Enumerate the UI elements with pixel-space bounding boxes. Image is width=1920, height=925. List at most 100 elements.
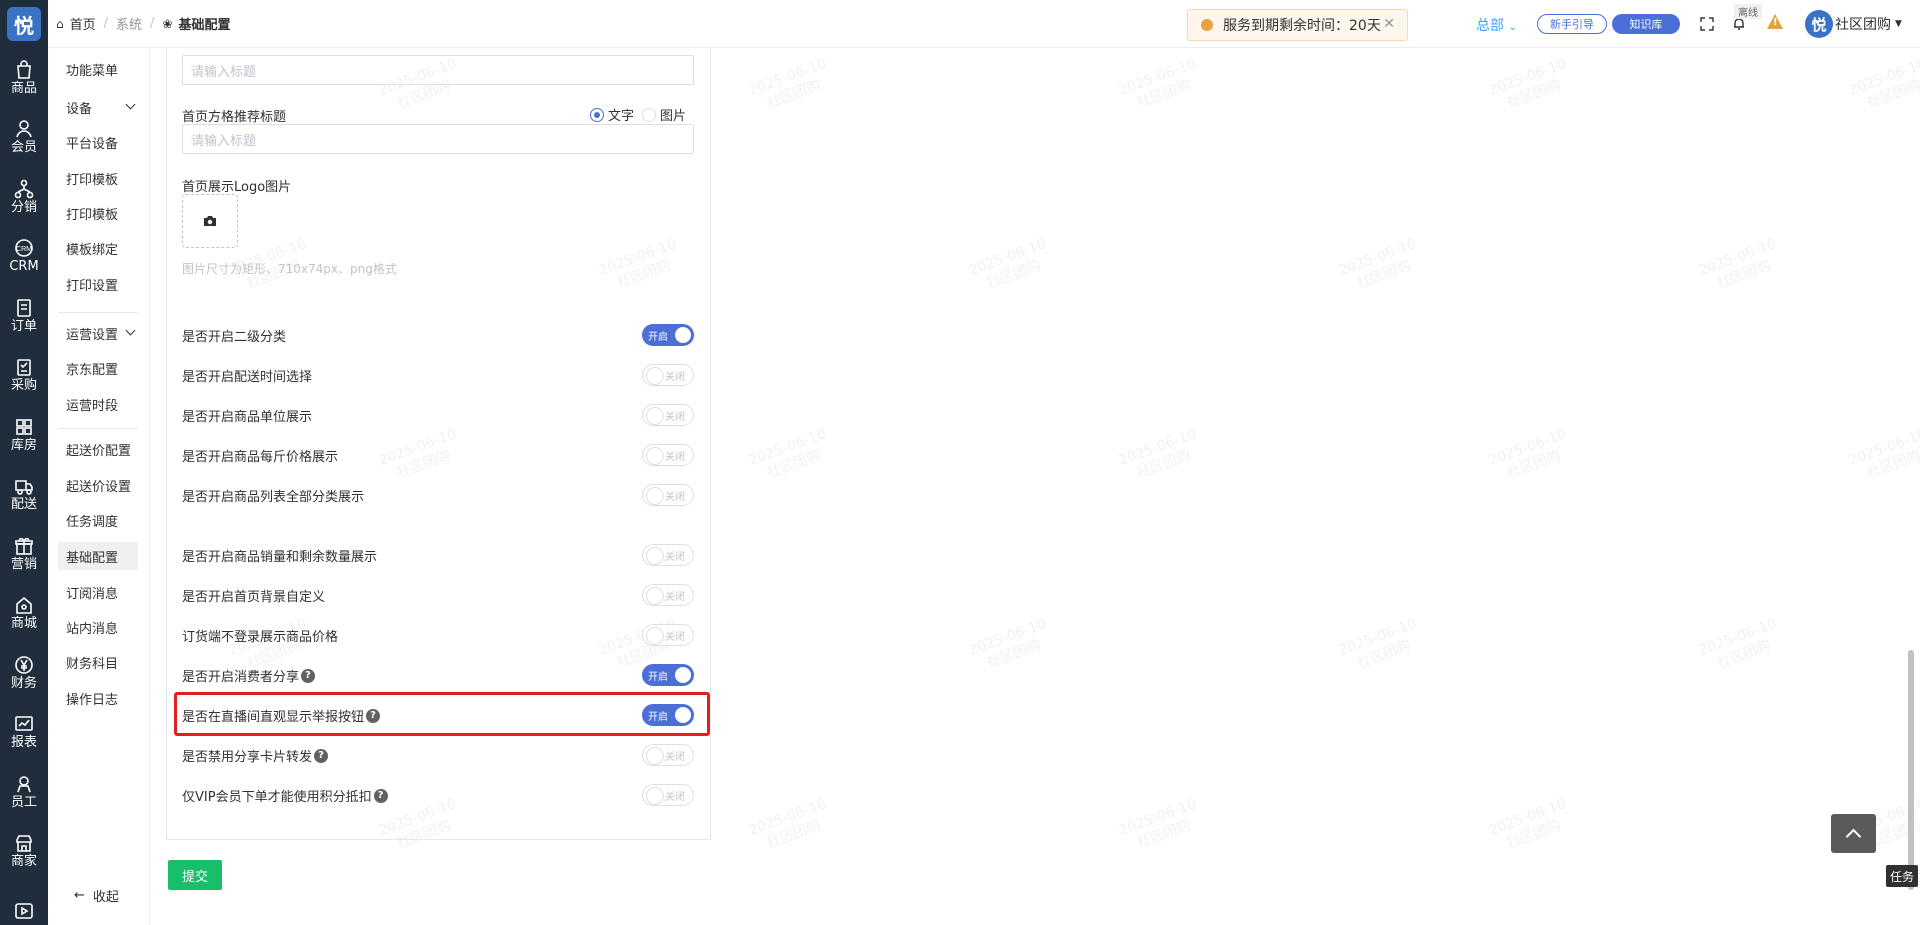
submenu-item-打印模板[interactable]: 打印模板 [58, 199, 138, 227]
rail-item-商家[interactable]: 商家 [0, 822, 48, 882]
breadcrumb-system[interactable]: 系统 [116, 14, 142, 33]
alert-icon[interactable]: ! [1767, 14, 1783, 29]
radio-text[interactable]: 文字 [590, 105, 634, 124]
help-icon[interactable]: ? [314, 748, 329, 763]
toggle-label-text: 订货端不登录展示商品价格 [182, 630, 339, 645]
close-icon[interactable]: ✕ [1383, 16, 1395, 32]
submenu-group-运营设置[interactable]: 运营设置 [58, 319, 138, 347]
gift-icon [14, 536, 34, 556]
toggle-switch[interactable]: 关闭 [642, 484, 694, 506]
submenu-item-平台设备[interactable]: 平台设备 [58, 128, 138, 156]
rail-item-label: 采购 [10, 378, 37, 394]
rail-item-订单[interactable]: 订单 [0, 286, 48, 346]
toggle-switch[interactable]: 关闭 [642, 784, 694, 806]
fullscreen-icon[interactable] [1697, 14, 1717, 34]
breadcrumb-separator: / [103, 16, 109, 31]
toggle-state-text: 关闭 [665, 411, 685, 423]
toggle-state-text: 开启 [648, 711, 668, 723]
toggle-switch[interactable]: 关闭 [642, 544, 694, 566]
toggle-switch[interactable]: 关闭 [642, 584, 694, 606]
toggle-label: 是否开启商品销量和剩余数量展示 [182, 546, 377, 565]
toggle-label-text: 是否开启商品销量和剩余数量展示 [182, 550, 378, 565]
rail-item-员工[interactable]: 员工 [0, 762, 48, 822]
watermark: 2025-06-10 社区团购 [1486, 795, 1575, 857]
task-button[interactable]: 任务 [1886, 865, 1918, 887]
radio-image[interactable]: 图片 [642, 105, 686, 124]
toggle-label-text: 是否开启商品列表全部分类展示 [182, 490, 365, 505]
video-icon [14, 901, 34, 921]
grid-title-label: 首页方格推荐标题 [182, 110, 287, 125]
submenu-item-京东配置[interactable]: 京东配置 [58, 354, 138, 382]
toggle-switch[interactable]: 关闭 [642, 744, 694, 766]
hq-dropdown[interactable]: 总部 ⌄ [1476, 15, 1517, 35]
breadcrumb-home[interactable]: 首页 [70, 14, 96, 33]
toggle-switch[interactable]: 关闭 [642, 624, 694, 646]
rail-item-label: 财务 [10, 675, 37, 691]
toggle-label-text: 是否开启消费者分享 [182, 670, 300, 685]
back-to-top-button[interactable] [1831, 814, 1876, 853]
rail-item-营销[interactable]: 营销 [0, 524, 48, 584]
submenu-group-设备[interactable]: 设备 [58, 93, 138, 121]
collapse-button[interactable]: ← 收起 [74, 886, 119, 905]
watermark-text: 社区团购 [1504, 77, 1563, 112]
submenu-item-操作日志[interactable]: 操作日志 [58, 684, 138, 712]
rail-item-label: CRM [9, 259, 39, 275]
submenu-item-起送价设置[interactable]: 起送价设置 [58, 471, 138, 499]
toggle-switch[interactable]: 开启 [642, 704, 694, 726]
rail-item-会员[interactable]: 会员 [0, 108, 48, 168]
title-input[interactable]: 请输入标题 [182, 55, 694, 85]
rail-item-库房[interactable]: 库房 [0, 405, 48, 465]
logo-upload[interactable] [182, 194, 238, 248]
submenu-item-起送价配置[interactable]: 起送价配置 [58, 435, 138, 463]
rail-item-商品[interactable]: 商品 [0, 48, 48, 108]
rail-item-配送[interactable]: 配送 [0, 465, 48, 525]
help-icon[interactable]: ? [366, 708, 381, 723]
toggle-switch[interactable]: 关闭 [642, 444, 694, 466]
hq-label: 总部 [1476, 18, 1504, 34]
brand-logo-char: 悦 [7, 7, 41, 41]
submenu-item-打印设置[interactable]: 打印设置 [58, 270, 138, 298]
submenu-item-功能菜单[interactable]: 功能菜单 [58, 55, 138, 83]
knowledge-base-button[interactable]: 知识库 [1612, 14, 1680, 34]
submenu-divider [58, 312, 138, 313]
watermark-text: 社区团购 [1134, 817, 1193, 852]
watermark: 2025-06-10 社区团购 [1336, 615, 1425, 677]
submenu-item-订阅消息[interactable]: 订阅消息 [58, 578, 138, 606]
chevron-down-icon [125, 99, 136, 110]
guide-button[interactable]: 新手引导 [1537, 14, 1607, 34]
brand-logo[interactable]: 悦 [0, 0, 48, 48]
toggle-state-text: 关闭 [665, 591, 685, 603]
toggle-switch[interactable]: 关闭 [642, 404, 694, 426]
rail-item-video[interactable] [0, 881, 48, 925]
breadcrumb-separator: / [150, 16, 155, 31]
submenu-item-模板绑定[interactable]: 模板绑定 [58, 234, 138, 262]
help-icon[interactable]: ? [373, 788, 388, 803]
rail-item-商城[interactable]: 商城 [0, 584, 48, 644]
toggle-switch[interactable]: 关闭 [642, 364, 694, 386]
help-icon[interactable]: ? [301, 668, 316, 683]
grid-title-input[interactable]: 请输入标题 [182, 124, 694, 154]
rail-item-分销[interactable]: 分销 [0, 167, 48, 227]
rail-item-采购[interactable]: 采购 [0, 346, 48, 406]
rail-item-label: 营销 [10, 556, 37, 572]
watermark: 2025-06-10 社区团购 [1696, 615, 1785, 677]
scrollbar[interactable] [1908, 650, 1914, 890]
user-menu[interactable]: 悦 社区团购 ▼ [1805, 10, 1902, 38]
submit-button[interactable]: 提交 [168, 860, 222, 890]
toggle-switch[interactable]: 开启 [642, 664, 694, 686]
watermark: 2025-06-10 社区团购 [1696, 235, 1785, 297]
collapse-label: 收起 [92, 890, 119, 905]
toggle-label: 是否开启商品每斤价格展示 [182, 446, 338, 465]
submenu-item-站内消息[interactable]: 站内消息 [58, 613, 138, 641]
rail-item-财务[interactable]: 财务 [0, 643, 48, 703]
left-nav-rail: 悦 商品 会员 分销 CRM CRM 订单采购库房 配送营销商城财务报表 员工 商家 [0, 0, 48, 925]
submenu-item-打印模板[interactable]: 打印模板 [58, 164, 138, 192]
rail-item-CRM[interactable]: CRM CRM [0, 227, 48, 287]
toggle-switch[interactable]: 开启 [642, 324, 694, 346]
rail-item-报表[interactable]: 报表 [0, 703, 48, 763]
submenu-item-财务科目[interactable]: 财务科目 [58, 648, 138, 676]
submenu-item-基础配置[interactable]: 基础配置 [58, 542, 138, 570]
submenu-item-任务调度[interactable]: 任务调度 [58, 506, 138, 534]
submenu-label: 站内消息 [66, 621, 119, 637]
submenu-item-运营时段[interactable]: 运营时段 [58, 390, 138, 418]
